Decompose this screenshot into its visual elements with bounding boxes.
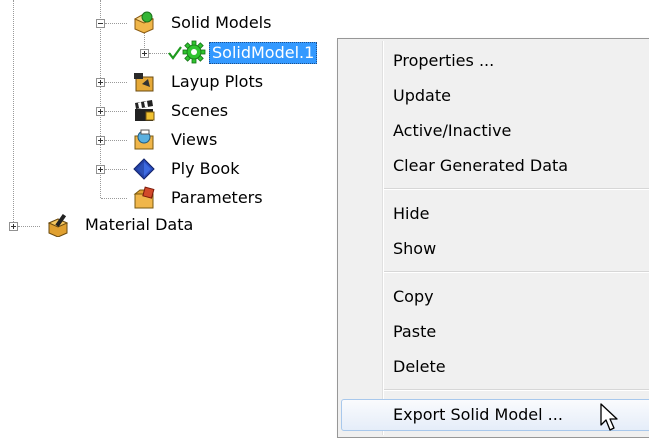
menu-item-properties[interactable]: Properties ... [341,45,649,77]
tree-label-ply-book[interactable]: Ply Book [169,158,241,180]
menu-item-update[interactable]: Update [341,80,649,112]
menu-separator [384,389,649,391]
layup-plots-icon [134,73,154,92]
camera-icon [134,129,154,150]
menu-item-show[interactable]: Show [341,233,649,265]
collapse-toggle[interactable] [96,19,105,28]
menu-item-paste[interactable]: Paste [341,316,649,348]
menu-item-clear-generated-data[interactable]: Clear Generated Data [341,150,649,182]
tree-label-solid-models[interactable]: Solid Models [169,12,273,34]
menu-item-delete[interactable]: Delete [341,351,649,383]
gear-icon [182,40,206,64]
tree-label-parameters[interactable]: Parameters [169,187,265,209]
expand-toggle[interactable] [96,136,105,145]
context-menu: Properties ... Update Active/Inactive Clear… [337,38,649,438]
menu-item-hide[interactable]: Hide [341,198,649,230]
menu-separator [384,188,649,190]
clapperboard-icon [135,100,155,121]
parameters-icon [133,186,155,209]
book-icon [133,158,155,180]
tree-label-views[interactable]: Views [169,129,219,151]
menu-item-copy[interactable]: Copy [341,281,649,313]
menu-item-active-inactive[interactable]: Active/Inactive [341,115,649,147]
expand-toggle[interactable] [96,107,105,116]
tree-label-layup-plots[interactable]: Layup Plots [169,71,265,93]
tree-label-solidmodel-1[interactable]: SolidModel.1 [209,42,318,64]
mouse-cursor-icon [600,403,618,431]
expand-toggle[interactable] [9,222,18,231]
check-icon [168,46,182,60]
solid-models-icon [133,11,155,34]
menu-separator [384,271,649,273]
expand-toggle[interactable] [96,78,105,87]
material-data-icon [47,213,69,237]
tree-label-scenes[interactable]: Scenes [169,100,230,122]
expand-toggle[interactable] [140,49,149,58]
tree-label-material-data[interactable]: Material Data [83,214,195,236]
expand-toggle[interactable] [96,165,105,174]
